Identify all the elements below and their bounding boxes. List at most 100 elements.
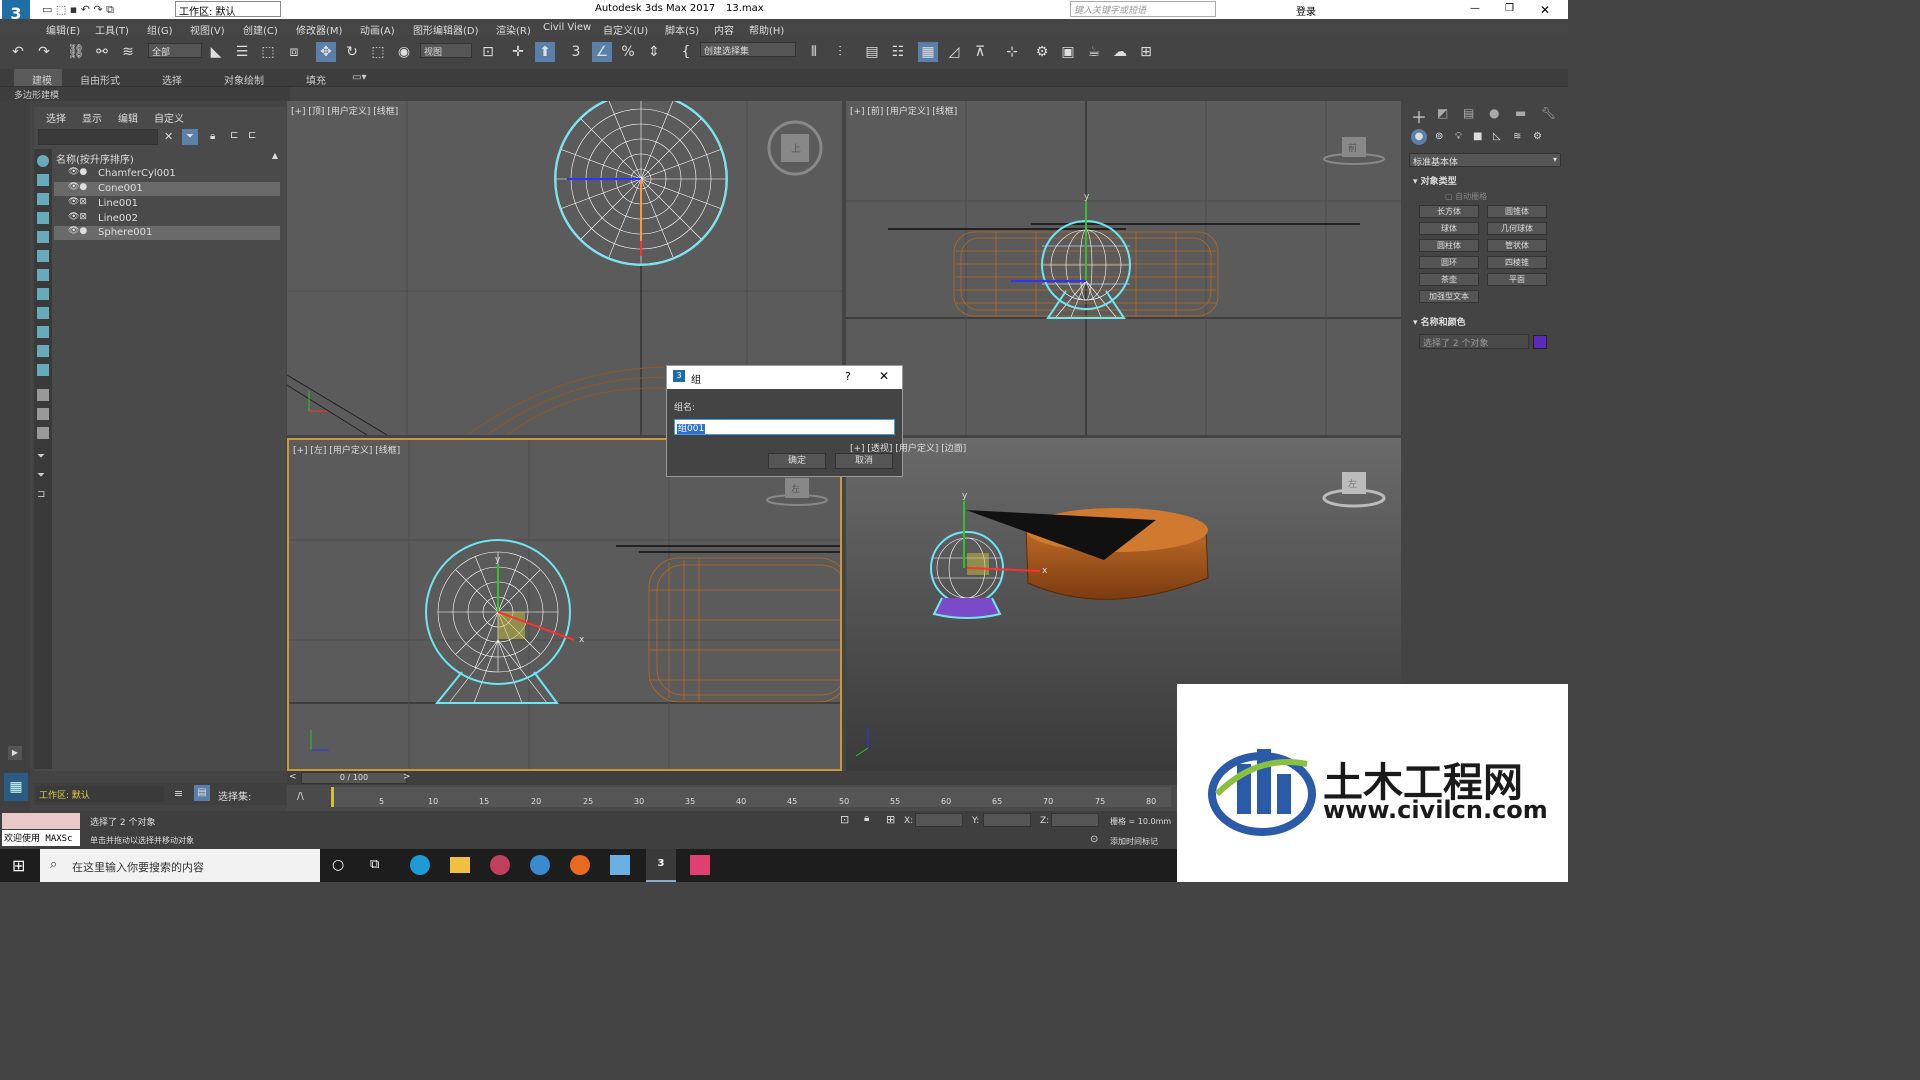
windows-start-icon[interactable]: ⊞ bbox=[12, 856, 25, 875]
keyboard-shortcut-icon[interactable]: ⬆ bbox=[535, 42, 555, 62]
scene-tab-customize[interactable]: 自定义 bbox=[154, 110, 184, 125]
render-setup-icon[interactable]: ⚙ bbox=[1032, 42, 1052, 62]
help-icon[interactable]: ? bbox=[845, 370, 851, 383]
scale-icon[interactable]: ⬚ bbox=[368, 42, 388, 62]
cameras-category-icon[interactable]: ■ bbox=[1473, 131, 1482, 142]
geosphere-button[interactable]: 几何球体 bbox=[1487, 222, 1547, 235]
tab-populate[interactable]: 填充 bbox=[306, 72, 326, 87]
lock-icon[interactable]: 🔒︎ bbox=[210, 131, 215, 142]
login-link[interactable]: 登录 bbox=[1296, 3, 1316, 18]
named-selection-dropdown[interactable]: 创建选择集 bbox=[700, 42, 796, 57]
section-object-type[interactable]: ▾ 对象类型 bbox=[1413, 174, 1457, 187]
rotate-icon[interactable]: ↻ bbox=[342, 42, 362, 62]
maxscript-listener[interactable] bbox=[2, 813, 80, 829]
undo-icon[interactable]: ↶ bbox=[8, 42, 28, 62]
menu-civil-view[interactable]: Civil View bbox=[543, 22, 591, 33]
name-field[interactable]: 选择了 2 个对象 bbox=[1419, 334, 1529, 349]
app-icon-1[interactable] bbox=[490, 855, 510, 875]
bone-filter-icon[interactable] bbox=[37, 307, 49, 319]
selection-lock-icon[interactable]: 🔒︎ bbox=[864, 813, 869, 824]
light-filter-icon[interactable] bbox=[37, 193, 49, 205]
scene-explorer-icon[interactable]: ▦ bbox=[918, 42, 938, 62]
visibility-eye-icon[interactable]: 👁︎● bbox=[68, 182, 87, 192]
isolate-icon[interactable]: ⊡ bbox=[840, 813, 849, 826]
bind-space-warp-icon[interactable]: ≋ bbox=[118, 42, 138, 62]
textplus-button[interactable]: 加强型文本 bbox=[1419, 290, 1479, 303]
visibility-eye-icon[interactable]: 👁︎● bbox=[68, 226, 87, 236]
app-icon-2[interactable] bbox=[530, 855, 550, 875]
display-invert-icon[interactable] bbox=[37, 427, 49, 439]
camera-filter-icon[interactable] bbox=[37, 212, 49, 224]
shapes-category-icon[interactable]: ⊚ bbox=[1435, 131, 1443, 142]
unlink-icon[interactable]: ⚯ bbox=[92, 42, 112, 62]
systems-category-icon[interactable]: ⚙ bbox=[1533, 131, 1542, 142]
scene-tab-select[interactable]: 选择 bbox=[46, 110, 66, 125]
time-slider[interactable]: < 0 / 100 > bbox=[287, 771, 1177, 785]
tab-object-paint[interactable]: 对象绘制 bbox=[224, 72, 264, 87]
tab-freeform[interactable]: 自由形式 bbox=[80, 72, 120, 87]
container-filter-icon[interactable] bbox=[37, 326, 49, 338]
scene-search-input[interactable] bbox=[38, 129, 158, 145]
viewcube[interactable]: 前 bbox=[1323, 137, 1385, 165]
group-filter-icon[interactable] bbox=[37, 269, 49, 281]
mirror-icon[interactable]: ⫴ bbox=[804, 42, 824, 62]
menu-create[interactable]: 创建(C) bbox=[243, 22, 278, 37]
material-editor-icon[interactable]: ⊹ bbox=[1002, 42, 1022, 62]
app-icon-3[interactable] bbox=[690, 855, 710, 875]
menu-help[interactable]: 帮助(H) bbox=[749, 22, 784, 37]
minimize-icon[interactable]: — bbox=[1470, 3, 1480, 14]
place-icon[interactable]: ◉ bbox=[394, 42, 414, 62]
viewport-label[interactable]: [+] [透视] [用户定义] [边面] bbox=[850, 441, 966, 454]
group-name-input[interactable]: 组001 bbox=[674, 419, 895, 435]
time-tag-icon[interactable]: ⊙ bbox=[1090, 834, 1098, 845]
viewcube[interactable]: 左 bbox=[1322, 472, 1386, 508]
viewcube[interactable]: 左 bbox=[766, 478, 828, 506]
menu-customize[interactable]: 自定义(U) bbox=[603, 22, 648, 37]
layer-mgr-icon[interactable]: ▤ bbox=[194, 785, 210, 801]
cortana-icon[interactable]: ○ bbox=[332, 857, 344, 873]
select-by-name-icon[interactable]: ☰ bbox=[232, 42, 252, 62]
quick-access-icons[interactable]: ▭ ⬚ ▪ ↶ ↷ ⧉ bbox=[42, 3, 114, 17]
teapot-button[interactable]: 茶壶 bbox=[1419, 273, 1479, 286]
sphere-button[interactable]: 球体 bbox=[1419, 222, 1479, 235]
list-item[interactable]: 👁︎● Cone001 bbox=[54, 182, 280, 196]
tab-selection[interactable]: 选择 bbox=[162, 72, 182, 87]
spacewarp-filter-icon[interactable] bbox=[37, 250, 49, 262]
hierarchy-tab-icon[interactable]: ▤ bbox=[1463, 106, 1474, 120]
pyramid-button[interactable]: 四棱锥 bbox=[1487, 256, 1547, 269]
create-tab-icon[interactable]: ＋ bbox=[1411, 104, 1427, 128]
edit-named-sel-icon[interactable]: { bbox=[676, 42, 696, 62]
category-dropdown[interactable]: 标准基本体 ▾ bbox=[1409, 153, 1561, 168]
list-item[interactable]: 👁︎⊠ Line001 bbox=[54, 197, 280, 211]
menu-animation[interactable]: 动画(A) bbox=[360, 22, 395, 37]
link-icon[interactable]: ⛓ bbox=[66, 42, 86, 62]
modify-tab-icon[interactable]: ◩ bbox=[1437, 106, 1448, 120]
plane-button[interactable]: 平面 bbox=[1487, 273, 1547, 286]
layers-icon[interactable]: ≡ bbox=[174, 787, 183, 800]
menu-rendering[interactable]: 渲染(R) bbox=[496, 22, 531, 37]
spinner-snap-icon[interactable]: ⇕ bbox=[644, 42, 664, 62]
taskbar-search-input[interactable]: ⌕ 在这里输入你要搜索的内容 bbox=[40, 849, 320, 882]
cancel-button[interactable]: 取消 bbox=[835, 453, 893, 469]
dialog-titlebar[interactable]: 3 组 ? ✕ bbox=[667, 366, 902, 389]
menu-view[interactable]: 视图(V) bbox=[190, 22, 225, 37]
helper-filter-icon[interactable] bbox=[37, 231, 49, 243]
percent-snap-icon[interactable]: % bbox=[618, 42, 638, 62]
workspace-dropdown-bottom[interactable]: 工作区: 默认 bbox=[36, 786, 164, 802]
maxscript-mini[interactable]: 欢迎使用 MAXSc bbox=[2, 830, 80, 846]
cylinder-button[interactable]: 圆柱体 bbox=[1419, 239, 1479, 252]
snaps-toggle-icon[interactable]: 3 bbox=[566, 42, 586, 62]
visibility-eye-icon[interactable]: 👁︎● bbox=[68, 167, 87, 177]
firefox-icon[interactable] bbox=[570, 855, 590, 875]
display-none-icon[interactable] bbox=[37, 408, 49, 420]
polygon-modeling-label[interactable]: 多边形建模 bbox=[14, 88, 59, 101]
menu-scripting[interactable]: 脚本(S) bbox=[665, 22, 699, 37]
viewport-front[interactable]: [+] [前] [用户定义] [线框] y 前 bbox=[846, 101, 1401, 435]
expand-icon[interactable]: ▶ bbox=[8, 746, 22, 760]
viewcube[interactable]: 上 bbox=[767, 120, 823, 176]
notepad-icon[interactable] bbox=[610, 855, 630, 875]
ok-button[interactable]: 确定 bbox=[768, 453, 826, 469]
layer-explorer-icon[interactable]: ▤ bbox=[862, 42, 882, 62]
curve-editor-icon[interactable]: ◿ bbox=[944, 42, 964, 62]
funnel2-icon[interactable]: ⏷ bbox=[37, 470, 49, 482]
